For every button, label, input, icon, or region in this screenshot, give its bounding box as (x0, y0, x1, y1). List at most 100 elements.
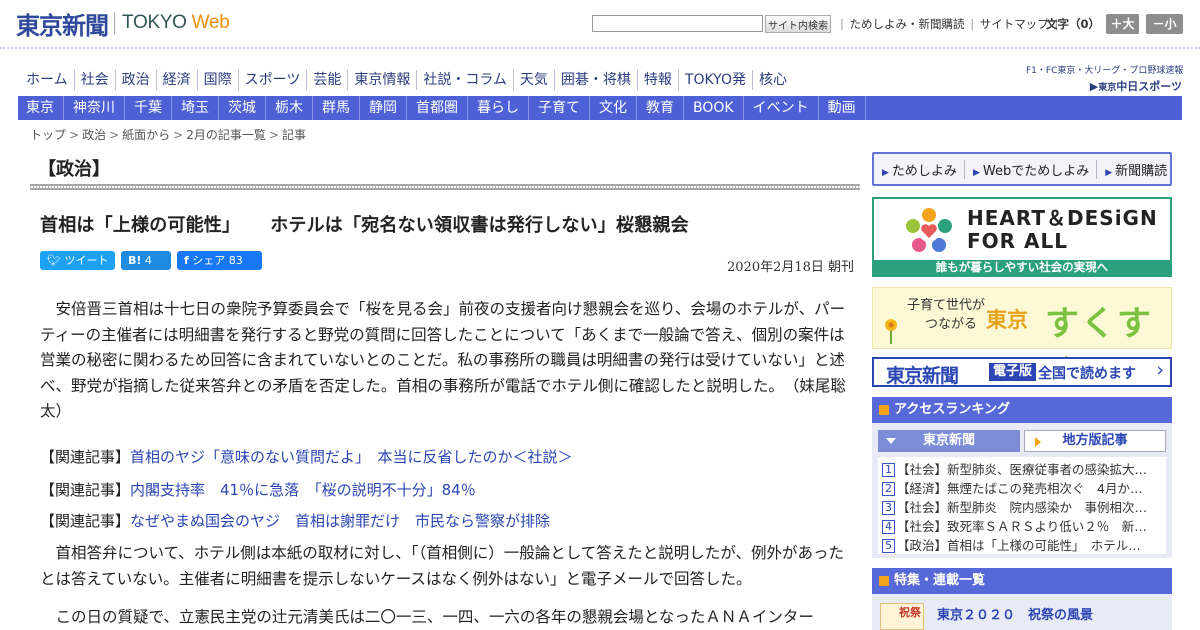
ranking-item[interactable]: 4 【社会】致死率ＳＡＲＳより低い２％ 新… (882, 517, 1162, 536)
font-size-down-button[interactable]: －小 (1146, 14, 1183, 34)
nav-item-tokyo-hatsu[interactable]: TOKYO発 (677, 70, 752, 90)
breadcrumb-separator: > (268, 128, 279, 142)
site-search-button[interactable]: サイト内検索 (765, 15, 831, 33)
ranking-tab-local[interactable]: 地方版記事 (1024, 430, 1166, 452)
tweet-button[interactable]: 🐦︎ ツイート (40, 251, 115, 270)
digital-brand: 東京新聞 (886, 365, 959, 387)
search-input[interactable] (592, 15, 763, 32)
site-logo[interactable]: 東京新聞 TOKYO Web (16, 9, 230, 40)
chevron-right-icon: › (1156, 359, 1164, 381)
sitemap-link[interactable]: サイトマップ (980, 17, 1049, 31)
sukusuku-tagline-2: つながる (925, 317, 978, 332)
subnav-item-kanagawa[interactable]: 神奈川 (64, 96, 125, 120)
breadcrumb-shimen[interactable]: 紙面から (122, 128, 170, 142)
subnav-item-chiba[interactable]: 千葉 (125, 96, 172, 120)
subnav-item-kyoiku[interactable]: 教育 (637, 96, 684, 120)
global-nav: ホーム 社会 政治 経済 国際 スポーツ 芸能 東京情報 社説・コラム 天気 囲… (18, 70, 793, 90)
subnav-item-shizuoka[interactable]: 静岡 (360, 96, 407, 120)
related-article: 【関連記事】なぜやまぬ国会のヤジ 首相は謝罪だけ 市民なら警察が排除 (40, 510, 550, 531)
subnav-item-video[interactable]: 動画 (819, 96, 866, 120)
feature-thumbnail[interactable]: 祝祭 (880, 603, 924, 630)
nav-item-weather[interactable]: 天気 (512, 70, 554, 90)
nav-item-economy[interactable]: 経済 (155, 70, 197, 90)
article-paragraph: 安倍晋三首相は十七日の衆院予算委員会で「桜を見る会」前夜の支援者向け懇親会を巡り… (40, 300, 846, 420)
ranking-tab-tokyo[interactable]: 東京新聞 (878, 430, 1020, 452)
chunichi-sports-banner[interactable]: F1・FC東京・大リーグ・プロ野球速報 ▶東京中日スポーツ (1026, 63, 1183, 93)
tokyo-sukusuku-banner[interactable]: 子育て世代がつながる 東京 すくすく (872, 287, 1172, 393)
related-label: 【関連記事】 (40, 481, 131, 499)
heart-title-line2: FOR ALL (967, 229, 1068, 253)
ranking-item[interactable]: 2 【経済】無煙たばこの発売相次ぐ 4月か… (882, 479, 1162, 498)
ranking-tab-tokyo-label: 東京新聞 (922, 433, 975, 448)
breadcrumb-politics[interactable]: 政治 (82, 128, 106, 142)
font-size-up-button[interactable]: ＋大 (1106, 14, 1139, 34)
web-trial-label: Webでためしよみ (982, 163, 1090, 179)
trial-subscribe-link[interactable]: ためしよみ・新聞購読 (850, 17, 965, 31)
section-divider (30, 184, 860, 190)
arrow-right-icon: ▶ (972, 167, 980, 178)
facebook-share-button[interactable]: f シェア 83 (177, 251, 262, 270)
related-article: 【関連記事】首相のヤジ「意味のない質問だよ」 本当に反省したのか＜社説＞ (40, 446, 573, 467)
square-bullet-icon (879, 405, 889, 415)
ranking-item[interactable]: 1 【社会】新型肺炎、医療従事者の感染拡大… (882, 460, 1162, 479)
subscribe-label: 新聞購読 (1115, 163, 1168, 179)
access-ranking-heading: アクセスランキング (872, 397, 1172, 423)
sukusuku-tagline-1: 子育て世代が (907, 298, 986, 313)
site-header: 東京新聞 TOKYO Web サイト内検索 | ためしよみ・新聞購読 | サイト… (0, 0, 1200, 50)
nav-item-editorial[interactable]: 社説・コラム (416, 70, 513, 90)
nav-item-home[interactable]: ホーム (18, 70, 74, 90)
rank-number: 4 (882, 520, 895, 534)
arrow-right-icon: ▶ (882, 167, 889, 178)
related-article-link[interactable]: 内閣支持率 41％に急落 「桜の説明不十分」84％ (130, 481, 476, 499)
nav-item-entertainment[interactable]: 芸能 (306, 70, 347, 90)
nav-item-tokyo-info[interactable]: 東京情報 (347, 70, 416, 90)
ranking-item[interactable]: 3 【社会】新型肺炎 院内感染か 事例相次… (882, 498, 1162, 517)
related-article-link[interactable]: なぜやまぬ国会のヤジ 首相は謝罪だけ 市民なら警察が排除 (130, 512, 550, 530)
breadcrumb-top[interactable]: トップ (30, 128, 66, 142)
rank-number: 2 (882, 482, 895, 496)
subnav-item-kurashi[interactable]: 暮らし (468, 96, 529, 120)
link-separator: | (840, 17, 844, 31)
subnav-item-tochigi[interactable]: 栃木 (266, 96, 313, 120)
subscribe-link[interactable]: ▶ 新聞購読 (1097, 160, 1174, 179)
nav-item-society[interactable]: 社会 (73, 70, 115, 90)
regional-nav: 東京 神奈川 千葉 埼玉 茨城 栃木 群馬 静岡 首都圏 暮らし 子育て 文化 … (18, 96, 1182, 120)
related-article-link[interactable]: 首相のヤジ「意味のない質問だよ」 本当に反省したのか＜社説＞ (130, 448, 573, 466)
nav-item-igo-shogi[interactable]: 囲碁・将棋 (553, 70, 637, 90)
subscription-links: ▶ ためしよみ ▶ Webでためしよみ ▶ 新聞購読 (872, 152, 1172, 186)
breadcrumb-month-list[interactable]: 2月の記事一覧 (186, 128, 266, 142)
nav-item-tokuho[interactable]: 特報 (636, 70, 678, 90)
hatena-bookmark-button[interactable]: B! 4 (121, 251, 171, 270)
web-trial-link[interactable]: ▶ Webでためしよみ (965, 159, 1098, 179)
subnav-item-book[interactable]: BOOK (684, 96, 744, 120)
headline-part-2: ホテルは「宛名ない領収書は発行しない」桜懇親会 (270, 215, 689, 236)
rank-number: 5 (882, 539, 895, 553)
heart-design-banner[interactable]: HEART＆DESiGN FOR ALL 誰もが暮らしやすい社会の実現へ (872, 197, 1172, 277)
subnav-item-shutoken[interactable]: 首都圏 (407, 96, 468, 120)
feature-item-link[interactable]: 東京２０２０ 祝祭の風景 (937, 604, 1093, 623)
breadcrumb-current: 記事 (281, 128, 306, 142)
article-paragraph: 首相答弁について、ホテル側は本紙の取材に対し、「（首相側に）一般論として答えたと… (40, 544, 844, 588)
features-heading: 特集・連載一覧 (872, 568, 1172, 594)
digital-edition-banner[interactable]: 東京新聞 電子版 全国で読めます › (872, 357, 1172, 387)
breadcrumb-separator: > (109, 128, 120, 142)
subnav-item-event[interactable]: イベント (744, 96, 819, 120)
nav-item-international[interactable]: 国際 (196, 70, 238, 90)
subnav-item-saitama[interactable]: 埼玉 (172, 96, 219, 120)
facebook-f-icon: f (184, 254, 189, 267)
logo-english: TOKYO Web (122, 12, 230, 34)
subnav-item-ibaraki[interactable]: 茨城 (219, 96, 266, 120)
ranking-item[interactable]: 5 【政治】首相は「上様の可能性」 ホテル… (882, 536, 1162, 555)
subnav-item-kosodate[interactable]: 子育て (529, 96, 590, 120)
nav-item-kakushin[interactable]: 核心 (751, 70, 793, 90)
trial-read-link[interactable]: ▶ ためしよみ (874, 159, 965, 179)
subnav-item-gunma[interactable]: 群馬 (313, 96, 360, 120)
article-paragraph: この日の質疑で、立憲民主党の辻元清美氏は二〇一三、一四、一六の各年の懇親会場とな… (40, 608, 814, 626)
ranking-item-text: 【社会】新型肺炎 院内感染か 事例相次… (897, 500, 1148, 515)
nav-item-politics[interactable]: 政治 (114, 70, 156, 90)
subnav-item-bunka[interactable]: 文化 (590, 96, 637, 120)
tweet-label: ツイート (64, 254, 109, 267)
nav-item-sports[interactable]: スポーツ (237, 70, 307, 90)
rank-number: 1 (882, 463, 895, 477)
subnav-item-tokyo[interactable]: 東京 (18, 96, 64, 120)
